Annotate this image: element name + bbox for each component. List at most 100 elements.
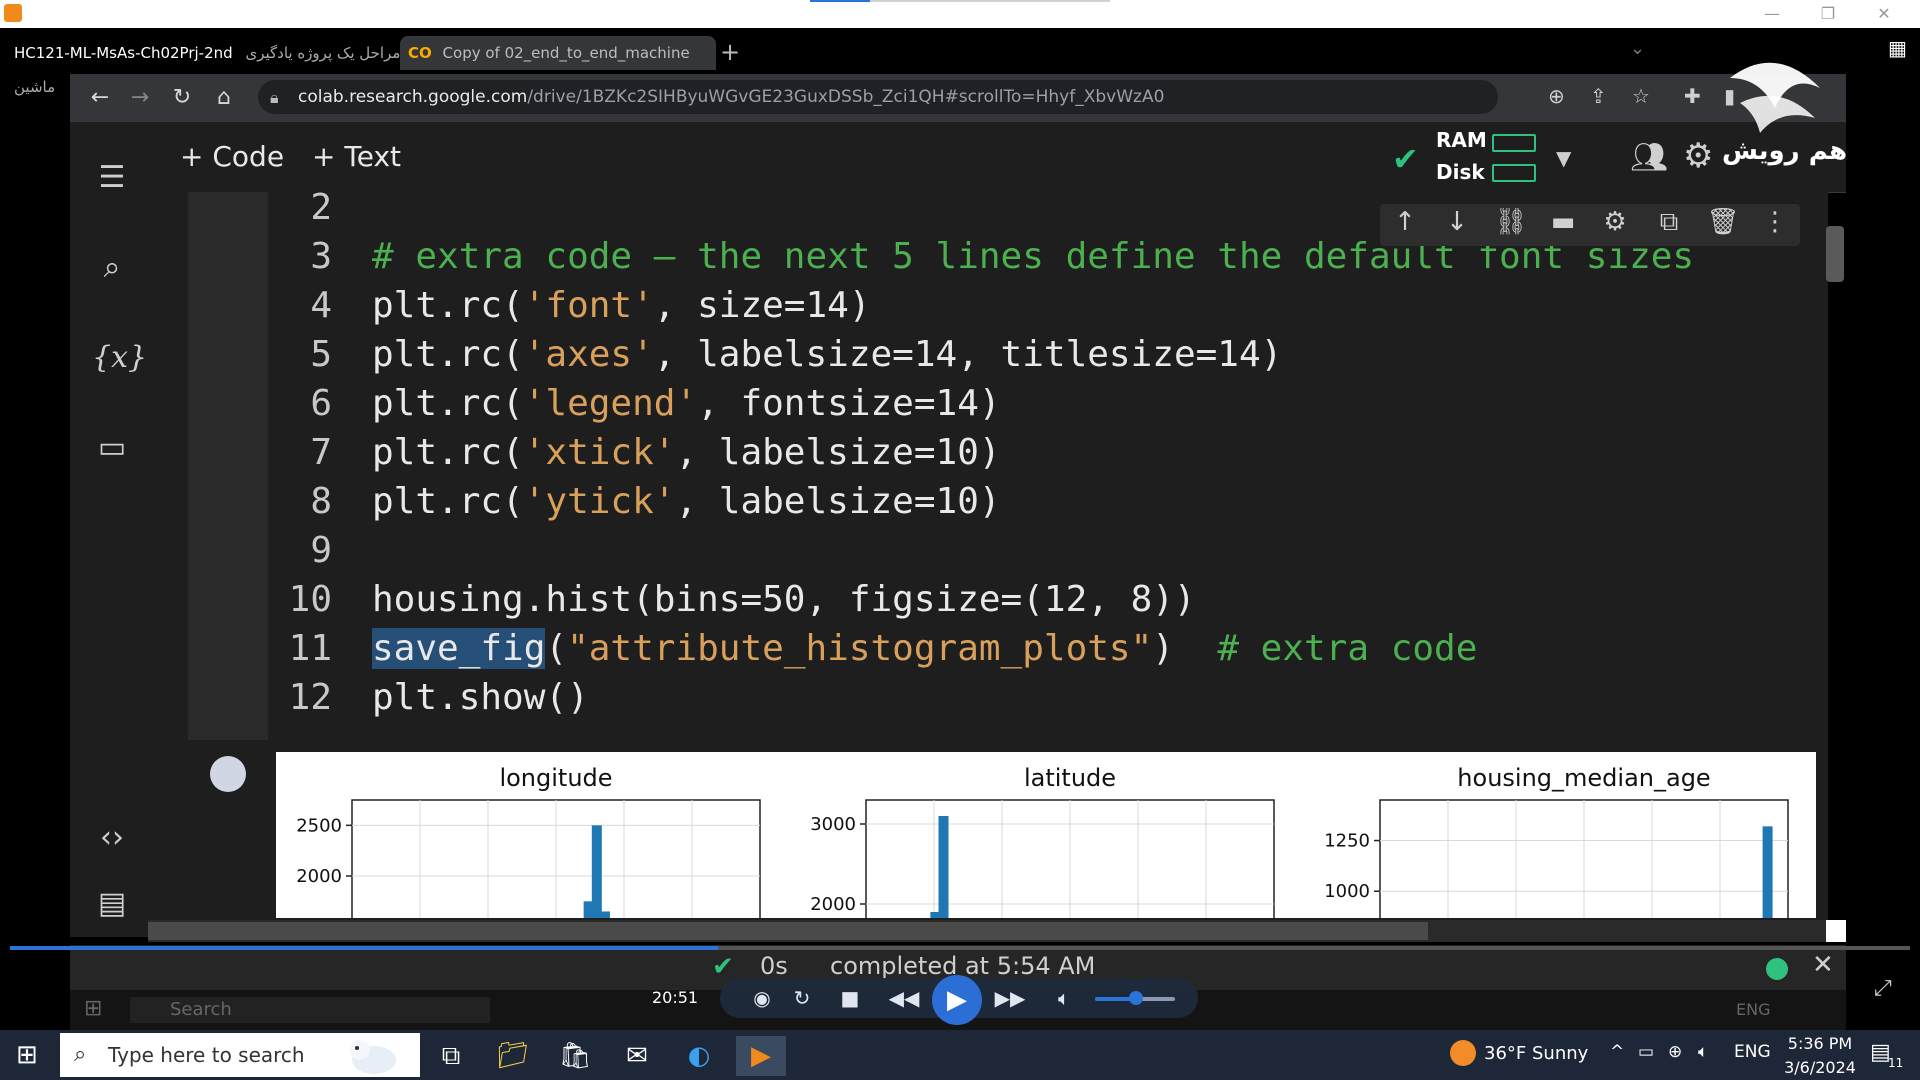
stop-icon[interactable]: ■ bbox=[832, 986, 868, 1010]
code-line[interactable]: 11 save_fig("attribute_histogram_plots") … bbox=[282, 624, 1477, 673]
line-number: 7 bbox=[310, 432, 332, 473]
forward-icon[interactable]: → bbox=[124, 82, 156, 114]
url-path: /drive/1BZKc2SIHByuWGvGE23GuxDSSb_Zci1QH… bbox=[527, 87, 1165, 107]
player-top-fill bbox=[810, 0, 870, 2]
tick-label: 3000 bbox=[810, 814, 856, 835]
line-number: 10 bbox=[288, 579, 332, 620]
search-highlight-icon bbox=[350, 1040, 396, 1074]
taskbar-search-placeholder: Type here to search bbox=[108, 1043, 305, 1067]
code-line[interactable]: 5 plt.rc('axes', labelsize=14, titlesize=… bbox=[282, 330, 1282, 379]
fast-forward-icon[interactable]: ▶▶ bbox=[992, 986, 1028, 1010]
media-player-icon[interactable]: ▶ bbox=[736, 1036, 786, 1076]
home-icon[interactable]: ⌂ bbox=[208, 82, 240, 114]
move-up-icon[interactable]: ↑ bbox=[1386, 207, 1424, 237]
apps-grid-icon[interactable]: ▦ bbox=[1888, 36, 1907, 60]
volume-knob[interactable] bbox=[1129, 991, 1143, 1005]
code-line[interactable]: 12 plt.show() bbox=[282, 673, 589, 722]
windows-start-icon[interactable]: ⊞ bbox=[16, 1040, 38, 1070]
play-button[interactable]: ▶ bbox=[932, 975, 982, 1025]
back-icon[interactable]: ← bbox=[84, 82, 116, 114]
settings-gear-icon[interactable]: ⚙ bbox=[1683, 136, 1713, 176]
line-number: 12 bbox=[288, 677, 332, 718]
weather-text[interactable]: 36°F Sunny bbox=[1484, 1043, 1588, 1064]
cell-settings-icon[interactable]: ⚙ bbox=[1596, 207, 1634, 237]
clock-time[interactable]: 5:36 PM bbox=[1780, 1034, 1860, 1053]
code-string: 'ytick' bbox=[523, 481, 676, 522]
zoom-icon[interactable]: ⊕ bbox=[1548, 84, 1565, 108]
tab-search-icon[interactable]: ⌄ bbox=[1630, 38, 1645, 59]
code-token: plt.rc( bbox=[372, 334, 524, 375]
code-line[interactable]: 6 plt.rc('legend', fontsize=14) bbox=[282, 379, 1000, 428]
terminal-icon[interactable]: ▤ bbox=[92, 886, 132, 921]
volume-icon[interactable]: 🔈︎ bbox=[1046, 986, 1082, 1010]
code-token: ( bbox=[545, 628, 568, 669]
edge-icon[interactable]: ◐ bbox=[674, 1036, 724, 1076]
code-line[interactable]: 10 housing.hist(bins=50, figsize=(12, 8)) bbox=[282, 575, 1196, 624]
code-token: , labelsize=10) bbox=[675, 481, 1001, 522]
code-line[interactable]: 4 plt.rc('font', size=14) bbox=[282, 281, 870, 330]
fullscreen-icon[interactable]: ⤢ bbox=[1874, 976, 1892, 1001]
add-code-button[interactable]: + Code bbox=[180, 140, 284, 173]
status-close-icon[interactable]: ✕ bbox=[1812, 950, 1834, 980]
code-line[interactable]: 7 plt.rc('xtick', labelsize=10) bbox=[282, 428, 1000, 477]
code-line[interactable]: 9 bbox=[282, 526, 372, 575]
mail-icon[interactable]: ✉ bbox=[612, 1036, 662, 1076]
reload-icon[interactable]: ↻ bbox=[166, 82, 198, 114]
battery-icon[interactable]: ▭ bbox=[1638, 1042, 1654, 1062]
histogram-bar bbox=[930, 912, 941, 918]
vertical-scrollbar[interactable] bbox=[1826, 226, 1844, 282]
disk-meter bbox=[1492, 164, 1536, 182]
task-view-icon[interactable]: ⧉ bbox=[426, 1036, 476, 1076]
clock-date[interactable]: 3/6/2024 bbox=[1780, 1058, 1860, 1077]
lock-icon[interactable]: 🔒︎ bbox=[270, 88, 279, 108]
more-icon[interactable]: ⋮ bbox=[1756, 207, 1794, 237]
snapshot-icon[interactable]: ◉ bbox=[744, 986, 780, 1010]
new-tab-icon[interactable]: + bbox=[720, 38, 740, 66]
runtime-dropdown-icon[interactable]: ▼ bbox=[1556, 146, 1571, 170]
weather-sun-icon bbox=[1450, 1040, 1476, 1066]
speaker-icon[interactable]: 🔈︎ bbox=[1698, 1042, 1708, 1062]
code-string: 'xtick' bbox=[523, 432, 676, 473]
move-down-icon[interactable]: ↓ bbox=[1438, 207, 1476, 237]
search-icon[interactable]: ⌕ bbox=[92, 250, 132, 285]
comment-icon[interactable]: ▬ bbox=[1544, 207, 1582, 237]
player-titlebar bbox=[0, 0, 1920, 28]
tab-lesson[interactable]: HC121-ML-MsAs-Ch02Prj-2nd مراحل یک پروژه… bbox=[6, 36, 412, 97]
code-token: plt.show() bbox=[372, 677, 589, 718]
variables-icon[interactable]: {x} bbox=[92, 340, 147, 375]
status-indicator bbox=[1766, 958, 1788, 980]
add-text-button[interactable]: + Text bbox=[312, 140, 401, 173]
horizontal-scroll-thumb[interactable] bbox=[148, 922, 1428, 940]
star-icon[interactable]: ☆ bbox=[1632, 84, 1650, 108]
mirror-cell-icon[interactable]: ⧉ bbox=[1650, 207, 1688, 238]
status-check-icon: ✔ bbox=[712, 952, 734, 982]
file-explorer-icon[interactable]: 📁︎ bbox=[488, 1036, 538, 1076]
code-selection: save_fig bbox=[372, 628, 546, 669]
subplot-title: housing_median_age bbox=[1457, 764, 1710, 792]
code-token: plt.rc( bbox=[372, 481, 524, 522]
rewind-icon[interactable]: ◀◀ bbox=[886, 986, 922, 1010]
close-icon[interactable]: ✕ bbox=[1864, 2, 1904, 26]
tray-chevron-icon[interactable]: ^ bbox=[1610, 1042, 1624, 1062]
store-icon[interactable]: 🛍︎ bbox=[550, 1036, 600, 1076]
line-number: 9 bbox=[310, 530, 332, 571]
code-line[interactable]: 2 bbox=[282, 183, 372, 232]
code-snippets-icon[interactable]: ‹› bbox=[92, 820, 132, 855]
users-icon[interactable]: 👥︎ bbox=[1630, 140, 1668, 175]
code-token: plt.rc( bbox=[372, 432, 524, 473]
restore-icon[interactable]: ❐ bbox=[1808, 2, 1848, 26]
extensions-icon[interactable]: ✚ bbox=[1684, 84, 1701, 108]
toc-menu-icon[interactable]: ☰ bbox=[92, 160, 132, 195]
tab-colab[interactable]: CO Copy of 02_end_to_end_machine ✕ bbox=[400, 36, 716, 97]
histogram-bar bbox=[599, 911, 610, 918]
network-globe-icon[interactable]: ⊕ bbox=[1668, 1042, 1682, 1062]
share-icon[interactable]: ⇪ bbox=[1590, 84, 1607, 108]
files-folder-icon[interactable]: ▭ bbox=[92, 430, 132, 465]
minimize-icon[interactable]: — bbox=[1752, 2, 1792, 26]
code-line[interactable]: 8 plt.rc('ytick', labelsize=10) bbox=[282, 477, 1001, 526]
repeat-icon[interactable]: ↻ bbox=[784, 986, 820, 1010]
connected-check-icon: ✔ bbox=[1392, 140, 1419, 178]
delete-icon[interactable]: 🗑︎ bbox=[1704, 207, 1742, 237]
link-icon[interactable]: ⛓ bbox=[1492, 207, 1530, 237]
language-indicator[interactable]: ENG bbox=[1734, 1042, 1771, 1062]
